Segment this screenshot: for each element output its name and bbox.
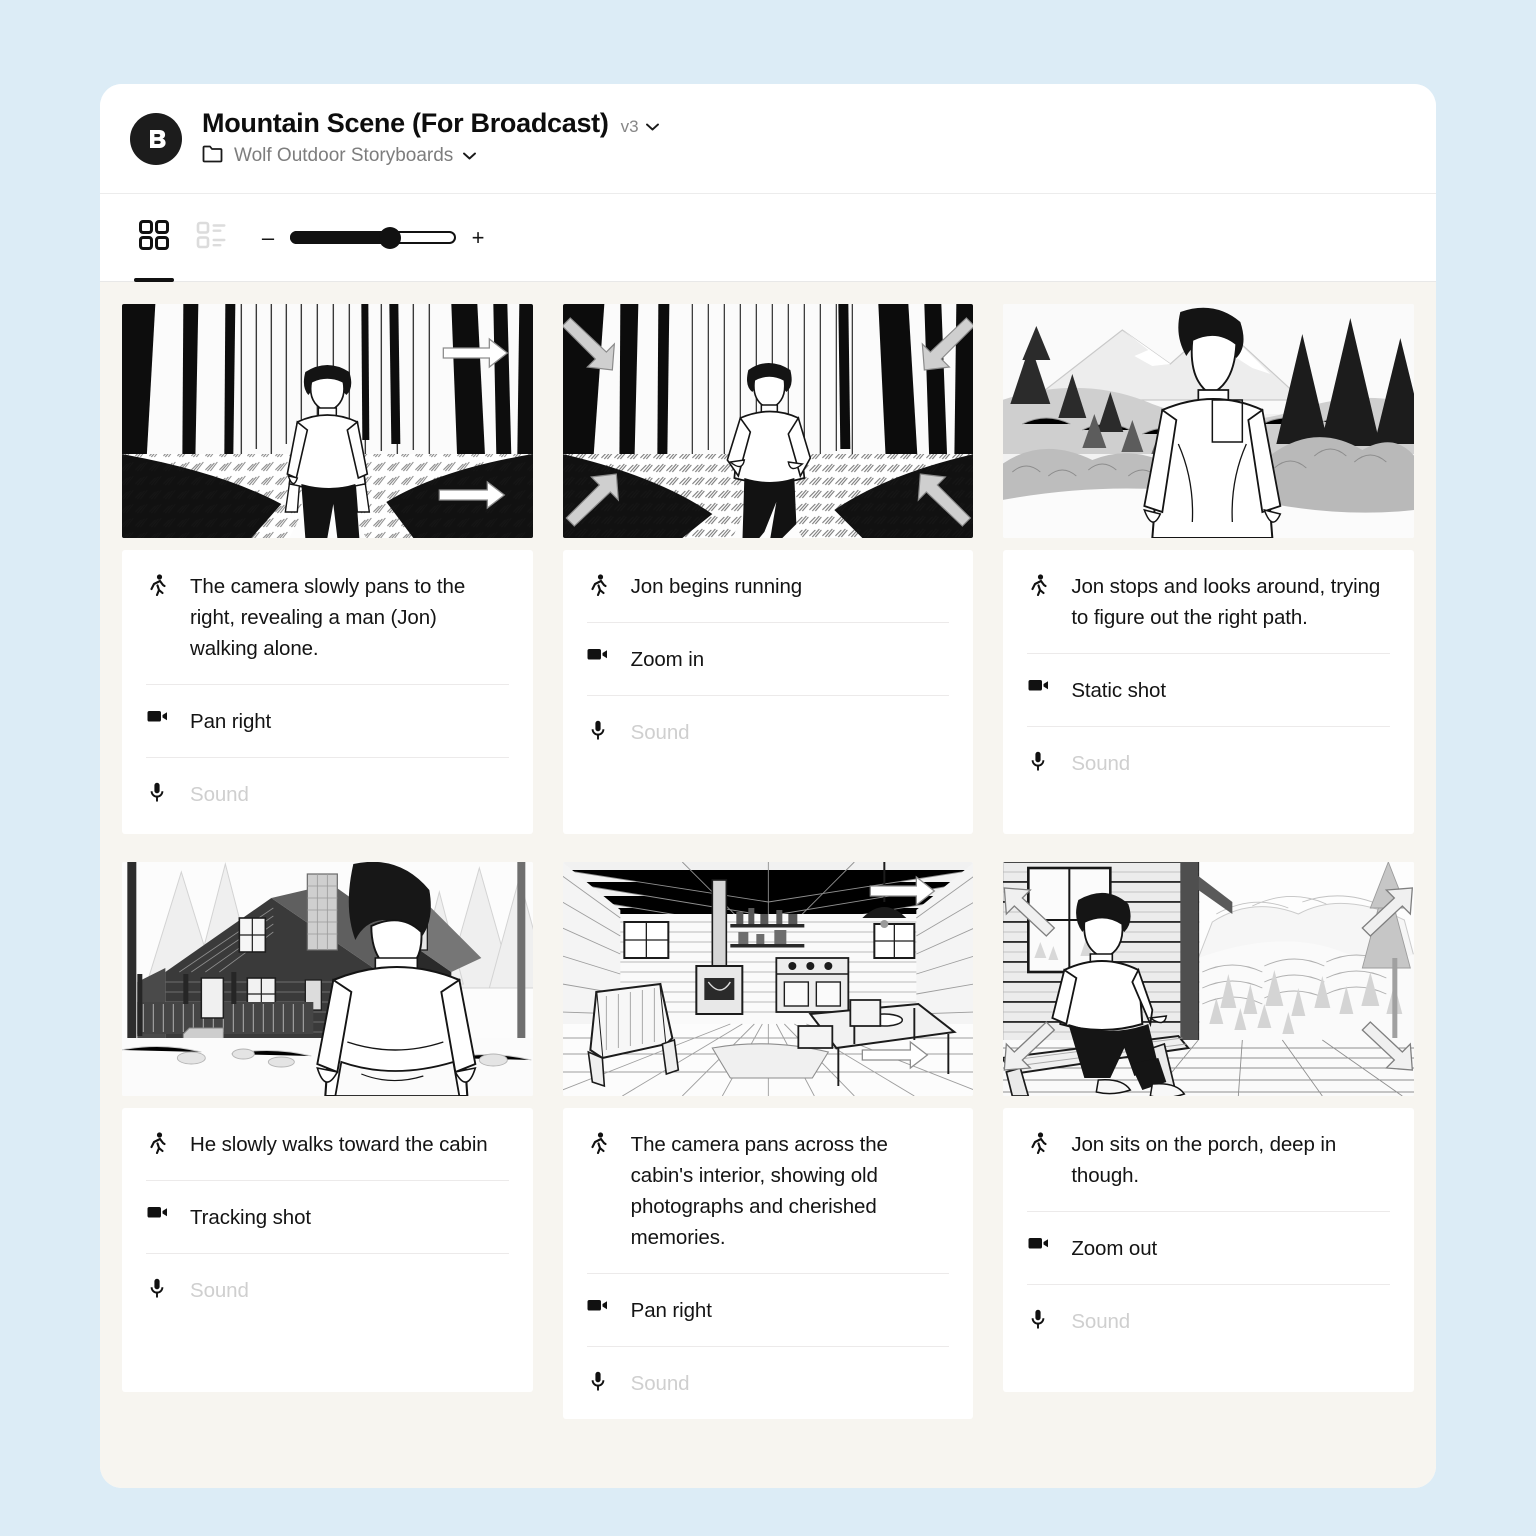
page-title: Mountain Scene (For Broadcast)	[202, 108, 609, 139]
microphone-icon	[146, 779, 168, 802]
zoom-slider-thumb[interactable]	[378, 226, 401, 249]
storyboard-frame: Jon begins running Zoom in Sound	[562, 304, 974, 834]
storyboard-canvas: The camera slowly pans to the right, rev…	[100, 282, 1436, 1488]
frame-detail-card: The camera slowly pans to the right, rev…	[122, 550, 533, 834]
sound-row[interactable]: Sound	[146, 1254, 509, 1326]
camera-text: Pan right	[190, 710, 272, 733]
zoom-slider-fill	[290, 231, 390, 244]
running-person-icon	[1027, 571, 1049, 596]
folder-icon	[202, 144, 224, 168]
storyboard-grid: The camera slowly pans to the right, rev…	[122, 304, 1414, 1419]
running-person-icon	[146, 571, 168, 596]
boords-b-logo-icon	[130, 112, 182, 165]
breadcrumb-folder-name: Wolf Outdoor Storyboards	[234, 144, 454, 166]
action-text: The camera pans across the cabin's inter…	[630, 1133, 888, 1249]
sound-row[interactable]: Sound	[1027, 727, 1390, 799]
action-row[interactable]: Jon stops and looks around, trying to fi…	[1027, 550, 1390, 654]
sound-text: Sound	[630, 721, 690, 744]
camera-row[interactable]: Static shot	[1027, 654, 1390, 727]
storyboard-frame: He slowly walks toward the cabin Trackin…	[122, 862, 533, 1392]
frame-detail-card: Jon stops and looks around, trying to fi…	[1003, 550, 1414, 834]
frame-thumbnail[interactable]	[1003, 304, 1414, 538]
frame-detail-card: He slowly walks toward the cabin Trackin…	[122, 1108, 533, 1392]
video-camera-icon	[1027, 675, 1049, 692]
video-camera-icon	[1027, 1233, 1049, 1250]
frame-thumbnail[interactable]	[562, 304, 974, 538]
zoom-out-button[interactable]: –	[260, 226, 276, 249]
sound-text: Sound	[1071, 1310, 1131, 1333]
video-camera-icon	[587, 644, 609, 661]
version-selector[interactable]: v3	[621, 117, 659, 137]
camera-text: Pan right	[630, 1299, 712, 1322]
sound-text: Sound	[630, 1372, 690, 1395]
frame-thumbnail[interactable]	[122, 304, 533, 538]
app-window: Mountain Scene (For Broadcast) v3 Wolf O…	[100, 84, 1436, 1488]
sound-text: Sound	[190, 783, 249, 806]
frame-detail-card: Jon sits on the porch, deep in though. Z…	[1003, 1108, 1414, 1392]
storyboard-frame: The camera slowly pans to the right, rev…	[122, 304, 533, 834]
frame-detail-card: The camera pans across the cabin's inter…	[562, 1108, 974, 1419]
frame-thumbnail[interactable]	[1003, 862, 1414, 1096]
action-row[interactable]: He slowly walks toward the cabin	[146, 1108, 509, 1181]
version-label: v3	[620, 117, 639, 137]
sound-row[interactable]: Sound	[146, 758, 509, 830]
sound-row[interactable]: Sound	[1027, 1285, 1390, 1357]
zoom-slider[interactable]	[290, 226, 456, 249]
microphone-icon	[146, 1275, 168, 1298]
running-person-icon	[1027, 1129, 1049, 1154]
grid-view-icon	[137, 218, 171, 257]
running-person-icon	[587, 1129, 609, 1154]
microphone-icon	[587, 717, 609, 740]
camera-text: Zoom out	[1071, 1237, 1158, 1260]
title-row: Mountain Scene (For Broadcast) v3	[202, 108, 659, 139]
action-row[interactable]: Jon sits on the porch, deep in though.	[1027, 1108, 1390, 1212]
camera-text: Zoom in	[630, 648, 705, 671]
action-text: Jon sits on the porch, deep in though.	[1071, 1133, 1337, 1187]
action-row[interactable]: The camera pans across the cabin's inter…	[586, 1108, 950, 1274]
microphone-icon	[1027, 1306, 1049, 1329]
action-text: He slowly walks toward the cabin	[190, 1133, 488, 1156]
storyboard-frame: Jon sits on the porch, deep in though. Z…	[1003, 862, 1414, 1392]
view-toolbar: – +	[100, 194, 1436, 282]
frame-thumbnail[interactable]	[562, 862, 974, 1096]
grid-view-button[interactable]	[130, 211, 178, 282]
microphone-icon	[587, 1368, 609, 1391]
running-person-icon	[146, 1129, 168, 1154]
action-row[interactable]: Jon begins running	[586, 550, 950, 623]
list-view-button[interactable]	[188, 211, 236, 265]
running-person-icon	[587, 571, 609, 596]
frame-thumbnail[interactable]	[122, 862, 533, 1096]
chevron-down-icon	[645, 123, 659, 131]
action-row[interactable]: The camera slowly pans to the right, rev…	[146, 550, 509, 685]
camera-row[interactable]: Zoom out	[1027, 1212, 1390, 1285]
sound-row[interactable]: Sound	[587, 1347, 950, 1419]
camera-row[interactable]: Tracking shot	[146, 1181, 509, 1254]
camera-text: Tracking shot	[190, 1206, 311, 1229]
video-camera-icon	[146, 1202, 168, 1219]
camera-row[interactable]: Pan right	[586, 1274, 950, 1347]
storyboard-frame: The camera pans across the cabin's inter…	[562, 862, 974, 1419]
zoom-control: – +	[260, 226, 486, 249]
sound-row[interactable]: Sound	[587, 696, 950, 768]
action-text: Jon begins running	[630, 575, 803, 598]
frame-detail-card: Jon begins running Zoom in Sound	[562, 550, 974, 834]
storyboard-frame: Jon stops and looks around, trying to fi…	[1003, 304, 1414, 834]
video-camera-icon	[146, 706, 168, 723]
chevron-down-icon	[463, 152, 477, 160]
sound-text: Sound	[1071, 752, 1131, 775]
list-view-icon	[195, 218, 229, 257]
video-camera-icon	[587, 1295, 609, 1312]
camera-row[interactable]: Pan right	[146, 685, 509, 758]
microphone-icon	[1027, 748, 1049, 771]
zoom-in-button[interactable]: +	[470, 226, 486, 249]
header-text-block: Mountain Scene (For Broadcast) v3 Wolf O…	[202, 108, 659, 168]
camera-text: Static shot	[1071, 679, 1166, 702]
action-text: Jon stops and looks around, trying to fi…	[1071, 575, 1381, 629]
breadcrumb[interactable]: Wolf Outdoor Storyboards	[202, 144, 659, 168]
action-text: The camera slowly pans to the right, rev…	[190, 575, 466, 660]
sound-text: Sound	[190, 1279, 249, 1302]
app-header: Mountain Scene (For Broadcast) v3 Wolf O…	[100, 84, 1436, 194]
camera-row[interactable]: Zoom in	[586, 623, 950, 696]
